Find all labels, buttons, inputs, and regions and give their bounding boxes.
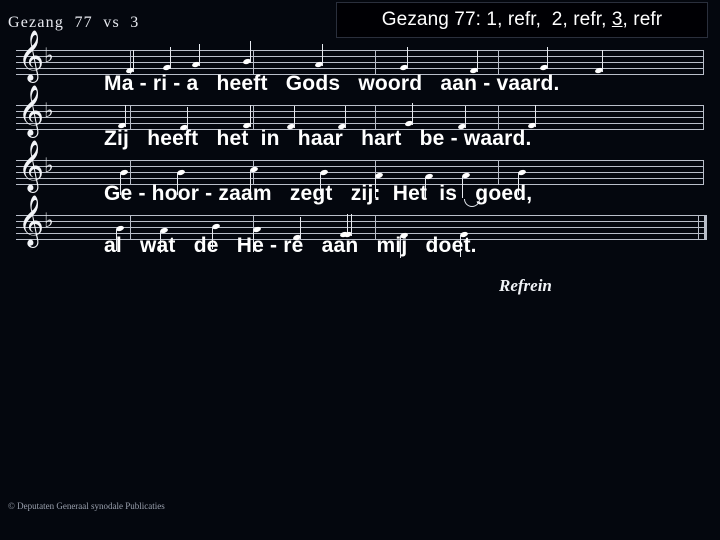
note <box>374 171 384 198</box>
lyric-line-1: Ma - ri - a heeft Gods woord aan - vaard… <box>104 72 560 95</box>
lyric-line-2: Zij heeft het in haar hart be - waard. <box>104 127 532 150</box>
staff-line <box>16 50 704 51</box>
note <box>517 168 527 195</box>
note <box>211 222 221 249</box>
note <box>249 165 259 192</box>
treble-clef-icon: 𝄞 <box>18 30 45 81</box>
banner-text-underlined: 3 <box>611 9 623 30</box>
note <box>539 47 549 72</box>
staff-line <box>16 215 704 216</box>
key-signature-flat-icon: ♭ <box>44 153 54 177</box>
treble-clef-icon: 𝄞 <box>18 85 45 136</box>
staff-line <box>16 62 704 63</box>
note <box>461 171 471 198</box>
key-signature-flat-icon: ♭ <box>44 208 54 232</box>
staff-line <box>16 111 704 112</box>
note <box>162 47 172 72</box>
staff-line <box>16 56 704 57</box>
lyric-line-4: al wat de He - re aan mij doet. <box>104 234 477 257</box>
note <box>176 168 186 195</box>
note <box>424 172 434 199</box>
note <box>314 44 324 69</box>
staff-line <box>16 105 704 106</box>
staff-line <box>16 221 704 222</box>
presentation-slide: Gezang 77 vs 3 Gezang 77: 1, refr, 2, re… <box>0 0 720 540</box>
note <box>399 47 409 72</box>
note <box>115 224 125 251</box>
refrain-label: Refrein <box>499 276 552 295</box>
banner-text: Gezang 77: 1, refr, 2, refr, 3, refr <box>382 9 662 31</box>
note <box>191 44 201 69</box>
note <box>119 168 129 195</box>
gezang-verse-order-banner[interactable]: Gezang 77: 1, refr, 2, refr, 3, refr <box>336 2 708 38</box>
key-signature-flat-icon: ♭ <box>44 98 54 122</box>
treble-clef-icon: 𝄞 <box>18 140 45 191</box>
copyright-notice: © Deputaten Generaal synodale Publicatie… <box>8 501 165 511</box>
staff-line <box>16 166 704 167</box>
note <box>242 41 252 66</box>
lyric-line-3: Ge - hoor - zaam zegt zij: Het is goed, <box>104 182 533 205</box>
staff-line <box>16 117 704 118</box>
key-signature-flat-icon: ♭ <box>44 43 54 67</box>
note <box>319 168 329 195</box>
staff-line <box>16 160 704 161</box>
banner-text-before: Gezang 77: 1, refr, 2, refr, <box>381 9 612 30</box>
treble-clef-icon: 𝄞 <box>18 195 45 246</box>
banner-text-after: , refr <box>622 9 663 30</box>
note <box>252 225 262 252</box>
